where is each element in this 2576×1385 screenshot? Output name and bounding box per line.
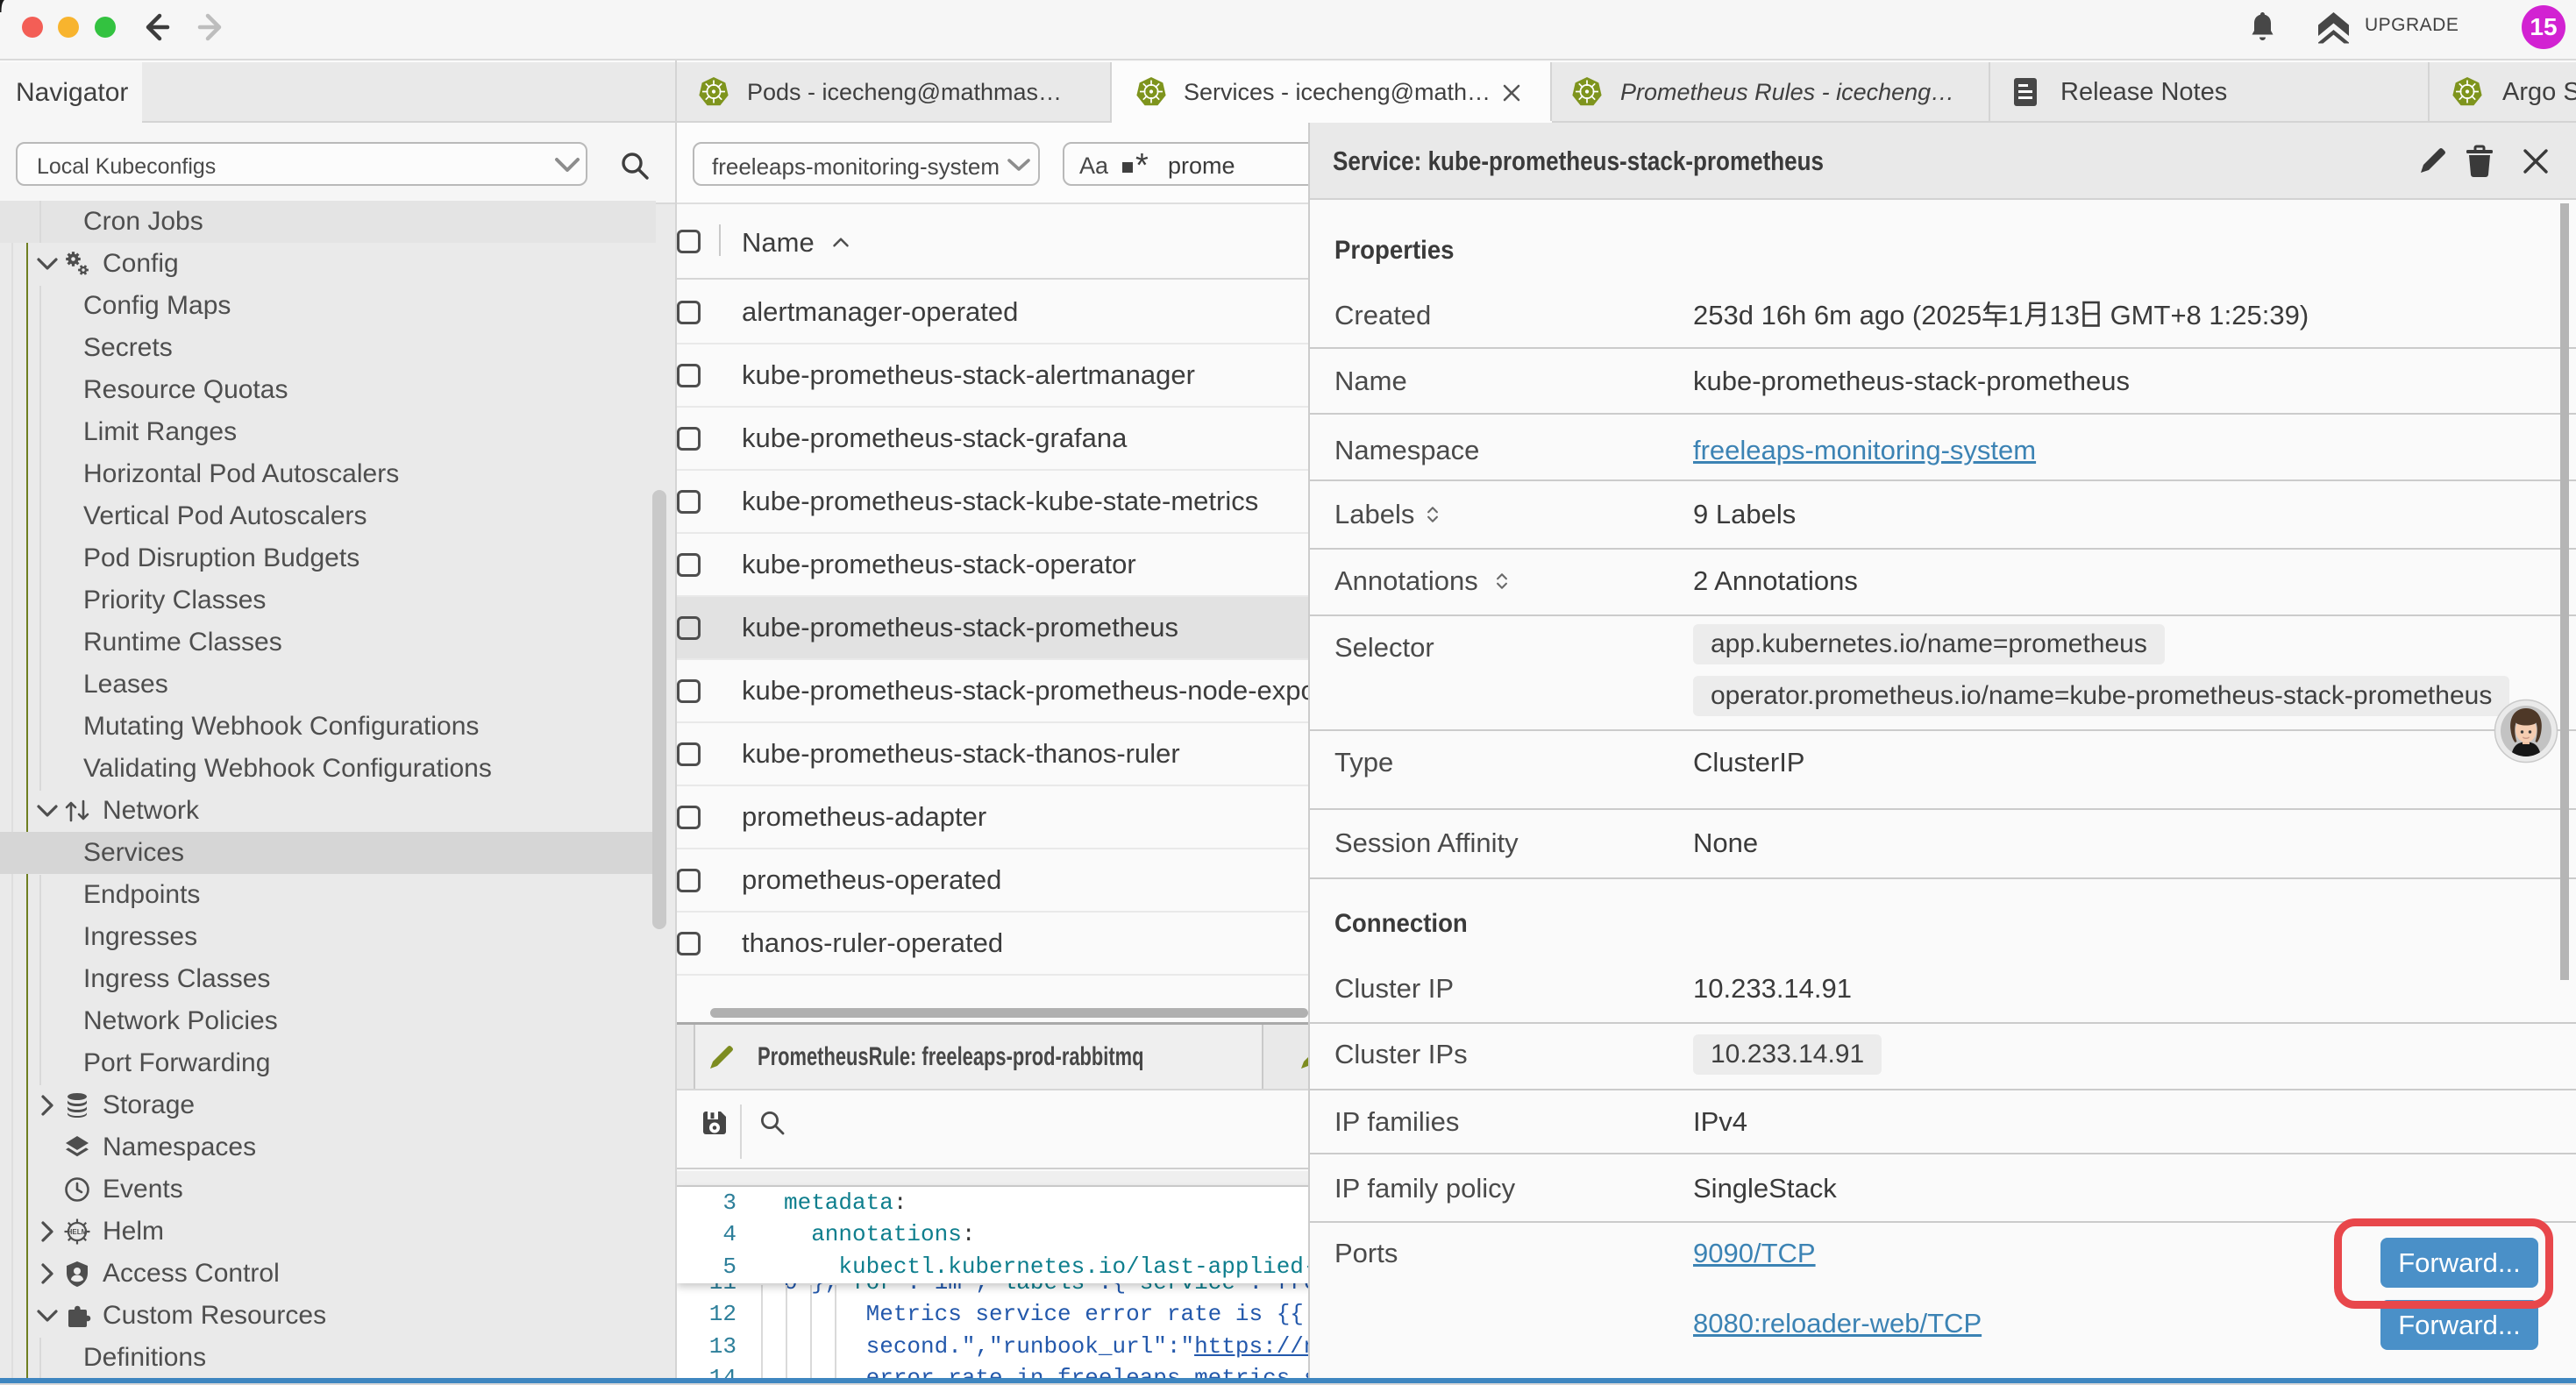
svg-text:HELM: HELM <box>68 1228 88 1236</box>
